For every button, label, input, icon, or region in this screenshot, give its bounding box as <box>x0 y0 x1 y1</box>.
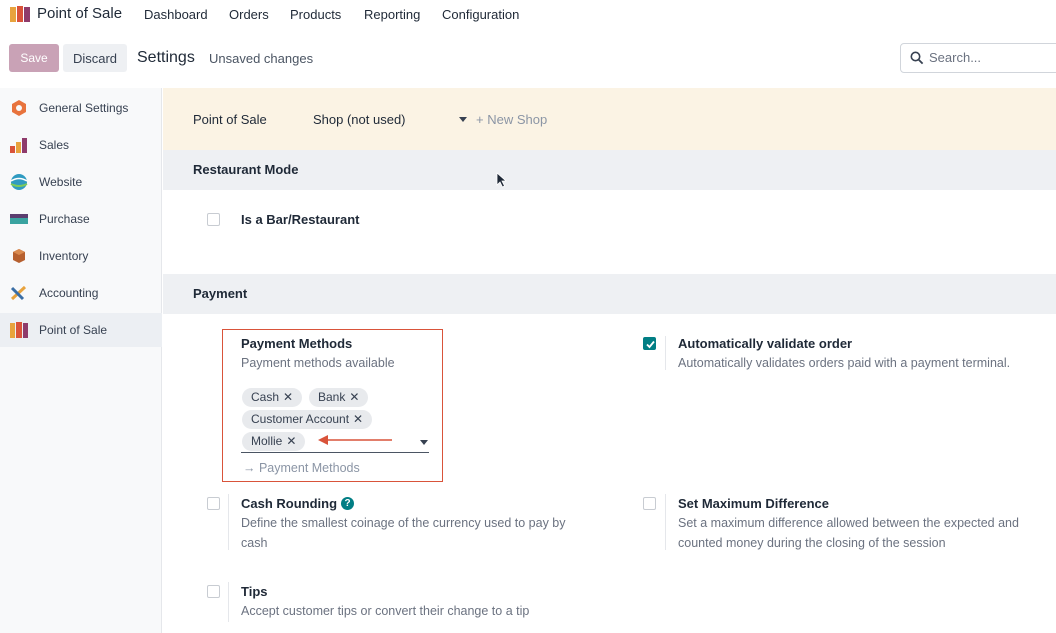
new-shop-button[interactable]: + New Shop <box>476 112 547 127</box>
auto-validate-checkbox[interactable] <box>643 337 656 350</box>
max-difference-description-cont: counted money during the closing of the … <box>678 536 946 550</box>
mouse-cursor-icon <box>496 172 508 188</box>
search-input[interactable] <box>929 50 1056 65</box>
cash-rounding-checkbox[interactable] <box>207 497 220 510</box>
remove-tag-icon[interactable]: ✕ <box>353 412 363 426</box>
remove-tag-icon[interactable]: ✕ <box>283 390 293 404</box>
help-icon[interactable]: ? <box>341 497 354 510</box>
accounting-icon <box>10 285 28 301</box>
page-title: Settings <box>137 49 195 66</box>
max-difference-title: Set Maximum Difference <box>678 496 829 511</box>
sidebar-item-label: General Settings <box>39 101 129 115</box>
chevron-down-icon[interactable] <box>420 440 428 445</box>
menu-dashboard[interactable]: Dashboard <box>144 7 208 22</box>
tag-label: Mollie <box>251 434 283 448</box>
sidebar-item-purchase[interactable]: Purchase <box>0 202 162 236</box>
pos-selector-bar: Point of Sale Shop (not used) + New Shop <box>163 88 1056 150</box>
sidebar-item-label: Sales <box>39 138 70 152</box>
menu-reporting[interactable]: Reporting <box>364 7 420 22</box>
discard-button[interactable]: Discard <box>63 44 127 72</box>
sidebar-item-label: Point of Sale <box>39 323 108 337</box>
control-panel: Save Discard Settings Unsaved changes <box>0 40 1056 78</box>
purchase-icon <box>10 211 28 227</box>
tips-checkbox[interactable] <box>207 585 220 598</box>
auto-validate-description: Automatically validates orders paid with… <box>678 356 1011 370</box>
remove-tag-icon[interactable]: ✕ <box>286 434 296 448</box>
bar-restaurant-checkbox[interactable] <box>207 213 220 226</box>
sidebar-item-inventory[interactable]: Inventory <box>0 239 162 273</box>
max-difference-description: Set a maximum difference allowed between… <box>678 516 1019 530</box>
max-difference-checkbox[interactable] <box>643 497 656 510</box>
tips-description: Accept customer tips or convert their ch… <box>241 604 530 618</box>
section-restaurant-mode: Restaurant Mode <box>163 150 1056 190</box>
sidebar-item-point-of-sale[interactable]: Point of Sale <box>0 313 162 347</box>
menu-orders[interactable]: Orders <box>229 7 269 22</box>
sales-icon <box>10 137 28 153</box>
menu-products[interactable]: Products <box>290 7 341 22</box>
tag-label: Customer Account <box>251 412 350 426</box>
tips-title: Tips <box>241 584 268 599</box>
inventory-icon <box>10 248 28 264</box>
search-icon <box>910 51 924 65</box>
sidebar-item-label: Website <box>39 175 83 189</box>
cash-rounding-description: Define the smallest coinage of the curre… <box>241 516 566 530</box>
remove-tag-icon[interactable]: ✕ <box>349 390 359 404</box>
sidebar-item-label: Inventory <box>39 249 89 263</box>
sidebar-item-website[interactable]: Website <box>0 165 162 199</box>
app-name[interactable]: Point of Sale <box>37 5 122 22</box>
sidebar-item-general-settings[interactable]: General Settings <box>0 91 162 125</box>
divider <box>665 494 666 550</box>
cash-rounding-title: Cash Rounding <box>241 496 338 511</box>
divider <box>665 336 666 370</box>
section-title: Restaurant Mode <box>193 162 299 177</box>
search-box[interactable] <box>900 43 1056 73</box>
payment-method-tag[interactable]: Mollie ✕ <box>242 432 306 451</box>
shop-select[interactable]: Shop (not used) <box>313 112 406 127</box>
menu-configuration[interactable]: Configuration <box>442 7 519 22</box>
auto-validate-title: Automatically validate order <box>678 336 853 351</box>
payment-methods-input-underline[interactable] <box>241 452 429 453</box>
payment-method-tag[interactable]: Customer Account ✕ <box>242 410 373 429</box>
check-icon <box>646 340 655 349</box>
bar-restaurant-label: Is a Bar/Restaurant <box>241 212 360 227</box>
section-title: Payment <box>193 286 248 301</box>
sidebar-item-label: Accounting <box>39 286 99 300</box>
point-of-sale-app-icon[interactable] <box>10 6 30 22</box>
sidebar-item-accounting[interactable]: Accounting <box>0 276 162 310</box>
divider <box>228 494 229 550</box>
payment-methods-description: Payment methods available <box>241 356 395 370</box>
point-of-sale-icon <box>10 322 28 338</box>
chevron-down-icon[interactable] <box>459 117 467 122</box>
tag-label: Cash <box>251 390 280 404</box>
annotation-arrow-icon <box>318 435 392 445</box>
save-button[interactable]: Save <box>9 44 59 72</box>
sidebar-item-label: Purchase <box>39 212 90 226</box>
settings-sidebar: General Settings Sales Website Purchase … <box>0 88 162 633</box>
website-icon <box>10 174 28 190</box>
payment-method-tag[interactable]: Bank ✕ <box>309 388 369 407</box>
pos-label: Point of Sale <box>193 112 267 127</box>
payment-method-tag[interactable]: Cash ✕ <box>242 388 303 407</box>
cash-rounding-description-cont: cash <box>241 536 268 550</box>
divider <box>228 582 229 622</box>
top-navbar: Point of Sale Dashboard Orders Products … <box>0 0 1056 30</box>
section-payment: Payment <box>163 274 1056 314</box>
tag-label: Bank <box>318 390 346 404</box>
general-settings-icon <box>10 100 28 116</box>
unsaved-changes-status: Unsaved changes <box>209 51 314 66</box>
payment-methods-title: Payment Methods <box>241 336 353 351</box>
sidebar-item-sales[interactable]: Sales <box>0 128 162 162</box>
payment-methods-link[interactable]: → Payment Methods <box>243 461 360 475</box>
